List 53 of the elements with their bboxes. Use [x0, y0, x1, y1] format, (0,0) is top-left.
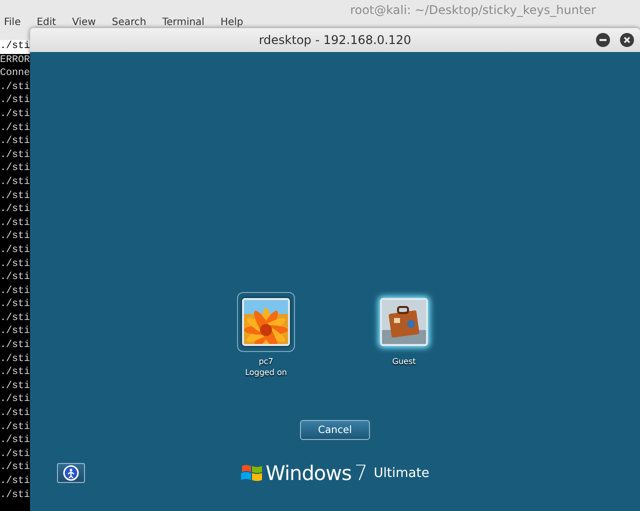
ease-of-access-button[interactable] — [57, 463, 85, 483]
terminal-line: ./sti — [0, 434, 30, 448]
terminal-line: ./sti — [0, 488, 30, 502]
terminal-line: ./sti — [0, 216, 30, 230]
terminal-line: ./sti — [0, 339, 30, 353]
user-name: Guest — [392, 356, 416, 367]
menu-item[interactable]: Edit — [36, 18, 56, 28]
menu-item[interactable]: File — [4, 18, 21, 28]
user-status: Logged on — [245, 367, 287, 378]
terminal-line: ./sti — [0, 312, 30, 326]
user-name: pc7 — [258, 356, 274, 367]
terminal-line: ./sti — [0, 298, 30, 312]
user-tile[interactable] — [237, 292, 295, 352]
terminal-line: ./sti — [0, 475, 30, 489]
terminal-line: ./sti — [0, 162, 30, 176]
terminal-line: ./sti — [0, 352, 30, 366]
terminal-line: ./sti — [0, 244, 30, 258]
terminal-line: ./sti — [0, 176, 30, 190]
terminal-line: ./sti — [0, 190, 30, 204]
terminal-line: ./sti — [0, 393, 30, 408]
cancel-button[interactable]: Cancel — [300, 420, 370, 440]
terminal-line: ./sti — [0, 80, 30, 94]
terminal-line: ./sti — [0, 94, 30, 108]
window-title: root@kali: ~/Desktop/sticky_keys_hunter — [350, 3, 596, 17]
window-title: rdesktop - 192.168.0.120 — [258, 33, 412, 47]
brand-version: 7 — [354, 461, 368, 485]
terminal-line: ./sti — [0, 420, 30, 434]
brand-name: Windows — [266, 461, 352, 485]
menu-item[interactable]: Help — [220, 18, 244, 28]
terminal-line: ./sti — [0, 230, 30, 244]
terminal-line: ./sti — [0, 135, 30, 149]
terminal-line: ./sti — [0, 325, 30, 340]
terminal-line: ./sti — [0, 148, 30, 162]
terminal-line: ./sti — [0, 122, 30, 136]
terminal-line: ./sti — [0, 258, 30, 272]
terminal-line: ERROR — [0, 54, 30, 68]
menu-item[interactable]: Search — [112, 18, 146, 28]
terminal-line: Conne — [0, 67, 30, 81]
terminal-line: ./sti — [0, 271, 30, 285]
menu-item[interactable]: Terminal — [162, 18, 204, 28]
menu-item[interactable]: View — [72, 18, 96, 28]
terminal-line: ./sti — [0, 380, 30, 394]
terminal-line: ./sti — [0, 366, 30, 380]
terminal-line: ./sti — [0, 461, 30, 475]
terminal-line: ./sti — [0, 203, 30, 217]
terminal-line: ./sti — [0, 108, 30, 122]
terminal-line: ./sti — [0, 284, 30, 298]
terminal-line: ./sti — [0, 407, 30, 421]
windows-logo-icon — [240, 463, 263, 483]
close-icon[interactable] — [620, 33, 634, 47]
brand-edition: Ultimate — [374, 466, 430, 480]
terminal-line: ./sti — [0, 448, 30, 462]
minimize-icon[interactable] — [596, 33, 610, 47]
